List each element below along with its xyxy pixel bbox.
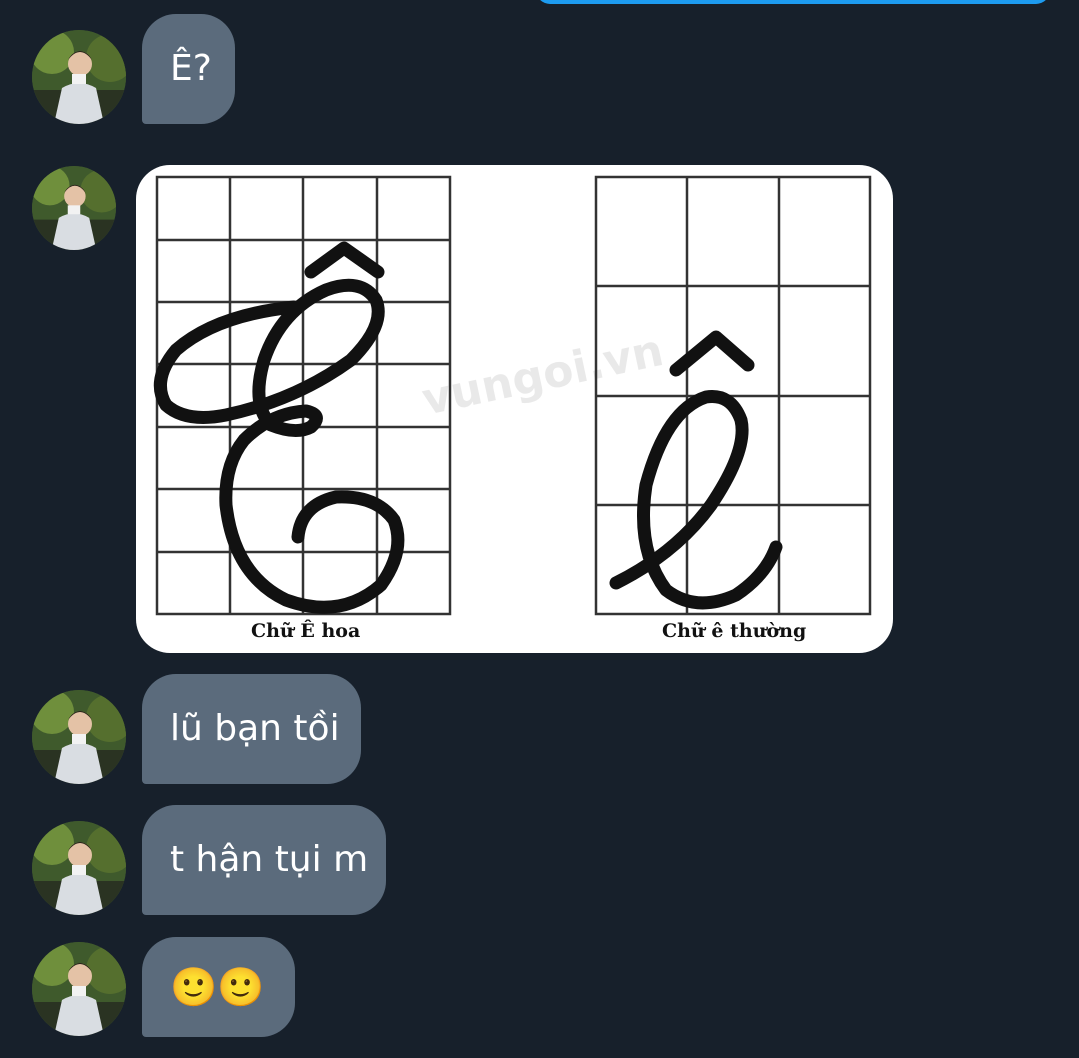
avatar-photo	[32, 690, 126, 784]
caption-lowercase: Chữ ê thường	[662, 620, 806, 642]
avatar[interactable]	[32, 942, 126, 1036]
image-attachment[interactable]: vungoi.vn Chữ Ê hoa Chữ ê thường	[136, 165, 893, 653]
handwriting-letter-image: vungoi.vn Chữ Ê hoa Chữ ê thường	[153, 175, 872, 642]
message-bubble[interactable]: 🙂🙂	[142, 937, 295, 1037]
avatar-photo	[32, 942, 126, 1036]
avatar[interactable]	[32, 821, 126, 915]
message-bubble[interactable]: t hận tụi m	[142, 805, 386, 915]
emoji-message-text: 🙂🙂	[170, 965, 265, 1009]
sent-message-bubble-partial[interactable]	[536, 0, 1050, 4]
message-text: t hận tụi m	[170, 839, 369, 880]
avatar-photo	[32, 821, 126, 915]
message-bubble[interactable]: lũ bạn tồi	[142, 674, 361, 784]
avatar-photo	[32, 166, 116, 250]
chat-thread: Ê? vungoi.vn Chữ Ê hoa Chữ ê thường lũ b…	[0, 0, 1079, 1058]
avatar[interactable]	[32, 690, 126, 784]
message-bubble[interactable]: Ê?	[142, 14, 235, 124]
avatar-photo	[32, 30, 126, 124]
watermark-text: vungoi.vn	[418, 325, 668, 426]
avatar[interactable]	[32, 30, 126, 124]
caption-uppercase: Chữ Ê hoa	[251, 619, 360, 642]
avatar[interactable]	[32, 166, 116, 250]
message-text: Ê?	[170, 48, 212, 89]
lower-letter-grid	[594, 175, 872, 616]
message-text: lũ bạn tồi	[170, 708, 340, 749]
